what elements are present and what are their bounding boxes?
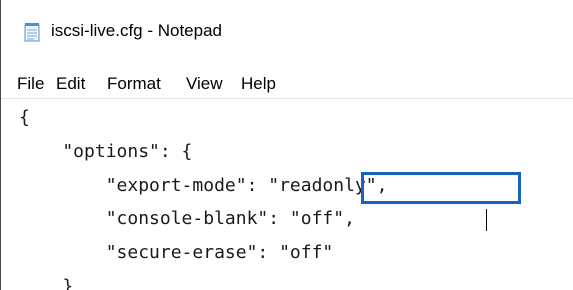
notepad-icon xyxy=(24,22,40,42)
text-editor-area[interactable]: { "options": { "export-mode": "readonly"… xyxy=(1,99,573,290)
editor-line: } xyxy=(19,276,74,290)
text-caret xyxy=(486,209,487,231)
menu-bar: File Edit Format View Help xyxy=(1,68,573,96)
editor-line: "options": { xyxy=(19,141,193,162)
menu-help[interactable]: Help xyxy=(241,74,276,94)
notepad-window: iscsi-live.cfg - Notepad File Edit Forma… xyxy=(0,0,573,290)
window-title: iscsi-live.cfg - Notepad xyxy=(51,21,223,40)
title-bar[interactable]: iscsi-live.cfg - Notepad xyxy=(1,0,573,56)
editor-line: "secure-erase": "off" xyxy=(19,242,334,263)
menu-edit[interactable]: Edit xyxy=(56,74,85,94)
editor-line: "console-blank": "off", xyxy=(19,208,355,229)
menu-format[interactable]: Format xyxy=(107,74,161,94)
menu-view[interactable]: View xyxy=(186,74,223,94)
menu-file[interactable]: File xyxy=(17,74,44,94)
editor-line: "export-mode": "readonly", xyxy=(19,175,388,196)
readonly-highlight-box xyxy=(361,172,521,204)
editor-line: { xyxy=(19,107,30,128)
